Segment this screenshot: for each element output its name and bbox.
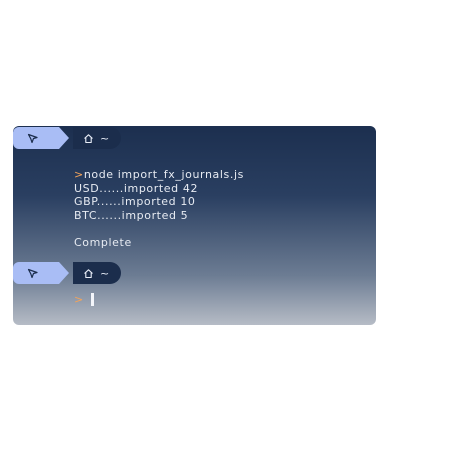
output-line: GBP......imported 10	[74, 195, 196, 208]
terminal-window[interactable]: ~ >node import_fx_journals.js USD......i…	[13, 126, 376, 325]
bird-logo-icon	[27, 267, 39, 279]
directory-segment: ~	[73, 127, 122, 149]
command-text: node import_fx_journals.js	[83, 168, 244, 181]
prompt-symbol: >	[74, 293, 84, 306]
output-line: USD......imported 42	[74, 181, 199, 195]
prompt-bar: ~	[13, 127, 122, 149]
directory-segment: ~	[73, 262, 122, 284]
os-segment	[13, 127, 69, 149]
bird-logo-icon	[27, 132, 39, 144]
prompt-symbol: >	[74, 168, 84, 181]
output-line: BTC......imported 5	[74, 208, 189, 222]
text-cursor	[91, 293, 94, 306]
home-icon	[83, 268, 94, 279]
command-input[interactable]: >	[74, 293, 94, 306]
prompt-bar: ~	[13, 262, 122, 284]
directory-label: ~	[100, 266, 110, 280]
home-icon	[83, 133, 94, 144]
terminal-output: >node import_fx_journals.js USD......imp…	[74, 168, 244, 249]
directory-label: ~	[100, 131, 110, 145]
os-segment	[13, 262, 69, 284]
command-line: >node import_fx_journals.js	[74, 168, 244, 182]
status-line: Complete	[74, 235, 132, 249]
